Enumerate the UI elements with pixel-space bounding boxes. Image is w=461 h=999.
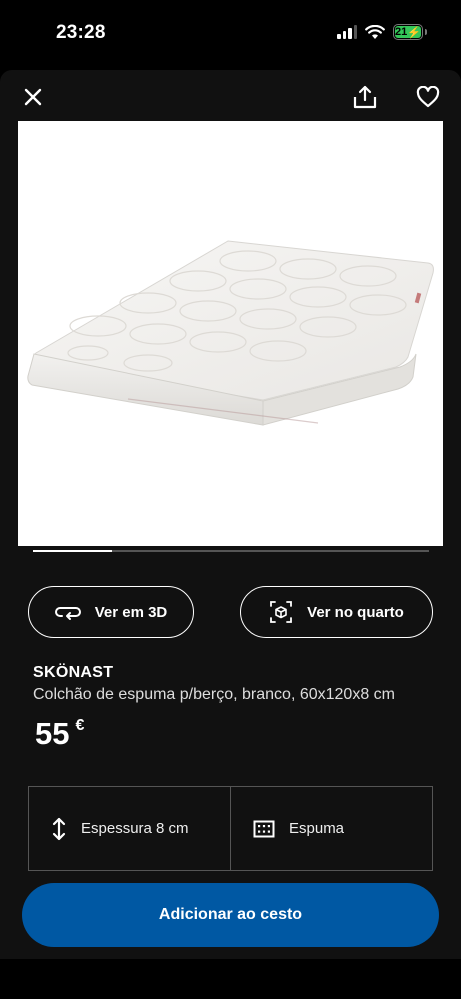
product-price: 55 € bbox=[35, 716, 84, 752]
battery-level: 21 bbox=[395, 26, 408, 38]
top-bar bbox=[0, 70, 461, 120]
share-button[interactable] bbox=[348, 80, 382, 114]
heart-icon bbox=[416, 86, 440, 108]
share-icon bbox=[353, 85, 377, 109]
close-button[interactable] bbox=[18, 82, 48, 112]
wifi-icon bbox=[365, 24, 385, 39]
view-in-room-label: Ver no quarto bbox=[307, 603, 404, 621]
rotate-3d-icon bbox=[54, 607, 81, 620]
feature-thickness[interactable]: Espessura 8 cm bbox=[29, 787, 230, 870]
price-currency: € bbox=[75, 717, 85, 734]
view-3d-label: Ver em 3D bbox=[94, 603, 168, 621]
home-indicator-area bbox=[0, 959, 461, 999]
add-to-cart-label: Adicionar ao cesto bbox=[158, 906, 303, 923]
feature-grid: Espessura 8 cm Espuma bbox=[28, 786, 433, 871]
feature-material-label: Espuma bbox=[289, 820, 345, 837]
feature-thickness-label: Espessura 8 cm bbox=[81, 820, 189, 837]
view-in-room-button[interactable]: Ver no quarto bbox=[240, 586, 433, 638]
price-value: 55 bbox=[35, 716, 70, 751]
status-icons: 21 ⚡ bbox=[337, 24, 427, 40]
battery-charging-icon: 21 ⚡ bbox=[393, 24, 427, 40]
view-3d-button[interactable]: Ver em 3D bbox=[28, 586, 194, 638]
status-time: 23:28 bbox=[56, 22, 106, 43]
product-sheet: Ver em 3D Ver no quarto SKÖNAST Colchão … bbox=[0, 70, 461, 959]
foam-grid-icon bbox=[253, 820, 275, 837]
add-to-cart-button[interactable]: Adicionar ao cesto bbox=[22, 883, 439, 947]
vertical-arrows-icon bbox=[52, 817, 66, 840]
gallery-progress-fill bbox=[33, 550, 113, 552]
gallery-progress bbox=[33, 550, 429, 552]
product-name: SKÖNAST bbox=[33, 664, 114, 681]
product-image[interactable] bbox=[18, 121, 443, 546]
mattress-image bbox=[27, 240, 434, 426]
cellular-signal-icon bbox=[337, 25, 357, 39]
close-icon bbox=[24, 88, 42, 106]
ar-cube-icon bbox=[270, 601, 293, 623]
feature-material[interactable]: Espuma bbox=[230, 787, 432, 870]
favorite-button[interactable] bbox=[411, 80, 445, 114]
status-bar: 23:28 21 ⚡ bbox=[0, 0, 461, 68]
product-description: Colchão de espuma p/berço, branco, 60x12… bbox=[33, 686, 395, 703]
